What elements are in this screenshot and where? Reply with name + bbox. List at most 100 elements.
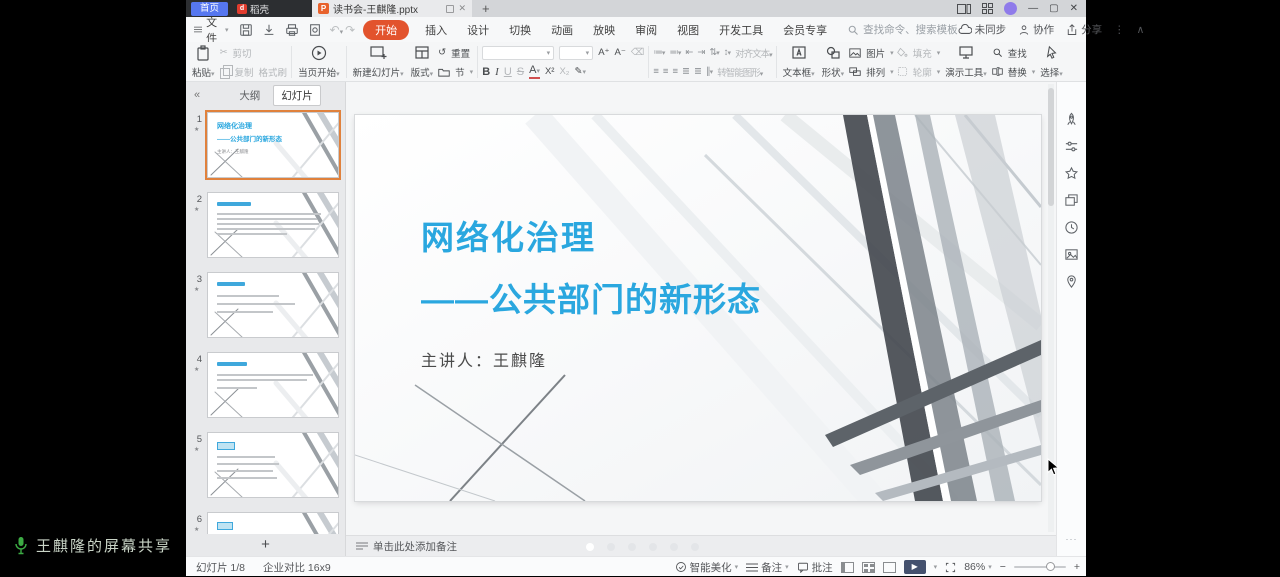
- new-tab-button[interactable]: +: [482, 1, 490, 16]
- ribbon-tab-design[interactable]: 设计: [467, 20, 489, 40]
- decrease-font-icon[interactable]: A⁻: [615, 47, 626, 58]
- duplicate-windows-icon[interactable]: [1064, 193, 1079, 208]
- ribbon-tab-home[interactable]: 开始: [363, 20, 409, 40]
- reset-button[interactable]: ↺ 重置: [438, 45, 473, 60]
- normal-view-icon[interactable]: [841, 562, 854, 573]
- font-color-button[interactable]: A▾: [529, 65, 540, 79]
- ribbon-tab-transition[interactable]: 切换: [509, 20, 531, 40]
- cut-button[interactable]: ✂ 剪切: [220, 45, 288, 60]
- maximize-button[interactable]: ▢: [1049, 4, 1058, 14]
- align-text-button[interactable]: 对齐文本▾: [735, 46, 772, 60]
- image-settings-icon[interactable]: [1064, 247, 1079, 262]
- panel-more-icon[interactable]: ···: [1057, 534, 1086, 544]
- copy-icon[interactable]: [220, 68, 230, 79]
- slide-thumbnail-6[interactable]: 6 ★: [186, 512, 345, 534]
- beautify-rocket-icon[interactable]: [1064, 112, 1079, 127]
- zoom-in-button[interactable]: +: [1074, 561, 1080, 573]
- font-size-combobox[interactable]: ▾: [559, 46, 593, 60]
- text-box-button[interactable]: 文本框▾: [781, 45, 817, 79]
- zoom-out-button[interactable]: −: [1000, 561, 1006, 573]
- text-direction-icon[interactable]: ↕▾: [724, 47, 730, 58]
- comments-button[interactable]: 批注: [797, 560, 833, 575]
- collapse-panel-icon[interactable]: «: [194, 89, 200, 101]
- section-button[interactable]: 节▾: [438, 64, 473, 79]
- distribute-icon[interactable]: ≣: [694, 66, 701, 77]
- close-window-button[interactable]: ✕: [1070, 4, 1078, 14]
- zoom-slider[interactable]: [1014, 566, 1066, 568]
- redo-button[interactable]: ↷: [345, 23, 355, 37]
- increase-font-icon[interactable]: A⁺: [598, 47, 609, 58]
- clear-format-icon[interactable]: ⌫: [631, 47, 644, 58]
- minimize-button[interactable]: —: [1028, 4, 1038, 14]
- zoom-level[interactable]: 86%▾: [964, 561, 992, 573]
- slide-sorter-view-icon[interactable]: [862, 562, 875, 573]
- export-icon[interactable]: [262, 23, 276, 37]
- document-tab[interactable]: P 读书会-王麒隆.pptx ✕: [312, 0, 472, 17]
- more-menu-icon[interactable]: ⋮: [1114, 24, 1125, 36]
- align-left-icon[interactable]: ≡: [653, 66, 658, 77]
- slide-thumbnail-3[interactable]: 3 ★: [186, 272, 345, 342]
- play-slideshow-button[interactable]: ▶: [904, 560, 926, 574]
- number-list-icon[interactable]: ≕▾: [669, 47, 680, 58]
- italic-button[interactable]: I: [495, 66, 499, 78]
- save-icon[interactable]: [239, 23, 253, 37]
- select-button[interactable]: 选择▾: [1038, 45, 1065, 79]
- highlight-button[interactable]: ✎▾: [575, 66, 586, 77]
- picture-button[interactable]: 图片▾: [849, 45, 894, 60]
- pin-tab-icon[interactable]: [446, 5, 454, 13]
- underline-button[interactable]: U: [504, 66, 512, 78]
- layout-button[interactable]: 版式▾: [409, 45, 436, 79]
- copy-button[interactable]: 复制: [235, 65, 254, 79]
- outline-button[interactable]: 轮廓▾: [897, 64, 941, 79]
- new-slide-button[interactable]: 新建幻灯片▾: [351, 45, 406, 79]
- justify-icon[interactable]: ≣: [682, 66, 689, 77]
- superscript-button[interactable]: X²: [545, 66, 555, 77]
- play-from-current-button[interactable]: 当页开始▾: [296, 45, 342, 79]
- print-icon[interactable]: [285, 23, 299, 37]
- to-smartart-button[interactable]: 转智能图形▾: [717, 65, 762, 79]
- slide-thumbnail-5[interactable]: 5 ★: [186, 432, 345, 502]
- bullet-list-icon[interactable]: ≔▾: [653, 47, 664, 58]
- user-avatar[interactable]: [1004, 2, 1017, 15]
- shapes-button[interactable]: 形状▾: [820, 45, 847, 79]
- location-pin-icon[interactable]: [1064, 274, 1079, 289]
- effects-star-icon[interactable]: [1064, 166, 1079, 181]
- ribbon-tab-member[interactable]: 会员专享: [783, 20, 827, 40]
- share-button[interactable]: 分享: [1066, 22, 1102, 37]
- font-family-combobox[interactable]: ▾: [482, 46, 554, 60]
- ribbon-tab-animation[interactable]: 动画: [551, 20, 573, 40]
- notes-bar[interactable]: 单击此处添加备注: [346, 535, 1056, 556]
- history-clock-icon[interactable]: [1064, 220, 1079, 235]
- play-options-icon[interactable]: ▾: [934, 563, 938, 571]
- decrease-indent-icon[interactable]: ⇤: [685, 47, 692, 58]
- docer-tab[interactable]: d 稻壳: [237, 2, 269, 16]
- slide-thumbnail-1[interactable]: 1 ★ 网络化治理 ——公共部门的新形态 主讲人：王麒隆: [186, 112, 345, 182]
- reading-view-icon[interactable]: [883, 562, 896, 573]
- replace-button[interactable]: 替换▾: [992, 64, 1036, 79]
- ribbon-tab-view[interactable]: 视图: [677, 20, 699, 40]
- format-painter-button[interactable]: 格式刷: [259, 65, 288, 79]
- print-preview-icon[interactable]: [308, 23, 322, 37]
- fill-button[interactable]: 填充▾: [897, 45, 941, 60]
- tab-outline[interactable]: 大纲: [232, 86, 267, 105]
- fit-window-icon[interactable]: [945, 562, 956, 573]
- add-slide-button[interactable]: +: [186, 536, 345, 554]
- increase-indent-icon[interactable]: ⇥: [697, 47, 704, 58]
- line-spacing-icon[interactable]: ⇅▾: [709, 47, 718, 58]
- file-menu[interactable]: 文件 ▾: [194, 14, 229, 46]
- strikethrough-button[interactable]: S: [517, 66, 524, 78]
- apps-grid-icon[interactable]: [982, 3, 993, 14]
- zoom-slider-knob[interactable]: [1046, 562, 1055, 571]
- ribbon-tab-devtools[interactable]: 开发工具: [719, 20, 763, 40]
- ribbon-tab-insert[interactable]: 插入: [425, 20, 447, 40]
- smart-beautify-button[interactable]: 智能美化▾: [675, 560, 739, 575]
- notes-toggle-button[interactable]: 备注▾: [746, 560, 789, 575]
- subscript-button[interactable]: X₂: [559, 66, 569, 77]
- arrange-button[interactable]: 排列▾: [849, 64, 894, 79]
- tab-slides[interactable]: 幻灯片: [273, 85, 321, 106]
- slide-canvas[interactable]: 网络化治理 ——公共部门的新形态 主讲人：王麒隆: [355, 115, 1041, 501]
- slide-thumbnail-4[interactable]: 4 ★: [186, 352, 345, 422]
- bold-button[interactable]: B: [482, 66, 490, 78]
- align-center-icon[interactable]: ≡: [663, 66, 668, 77]
- ribbon-tab-review[interactable]: 审阅: [635, 20, 657, 40]
